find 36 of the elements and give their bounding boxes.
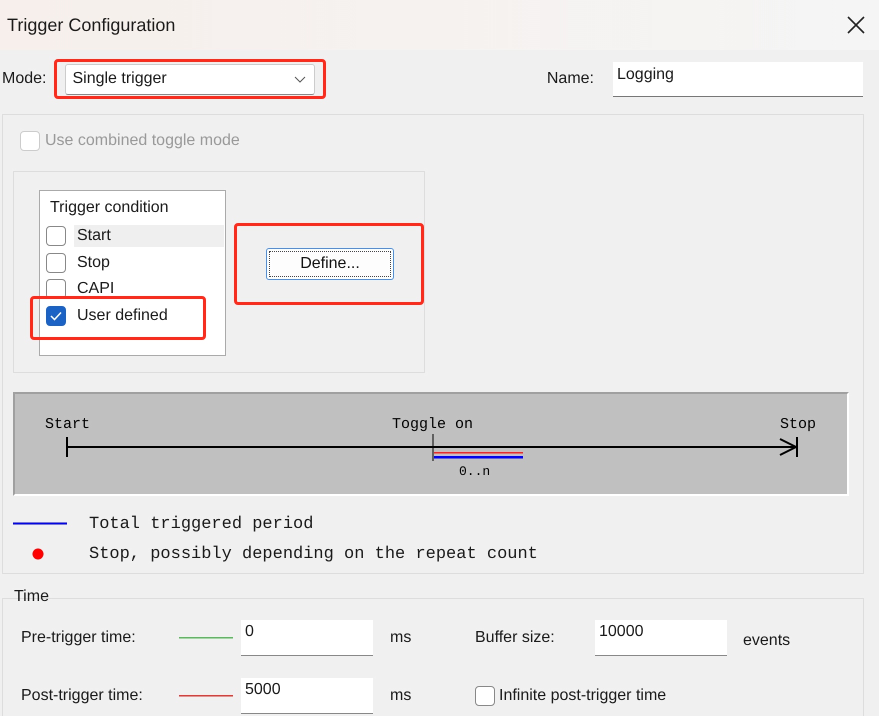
diagram-label: Stop <box>780 416 816 433</box>
legend-text: Total triggered period <box>89 514 314 534</box>
caret-icon <box>294 76 306 82</box>
field-label: Mode: <box>2 70 46 88</box>
legend-text: Stop, possibly depending on the repeat count <box>89 544 538 564</box>
window-title: Trigger Configuration <box>7 14 176 36</box>
diagram-label: Start <box>45 416 90 433</box>
close-icon[interactable] <box>847 16 865 34</box>
checkbox[interactable] <box>46 252 66 273</box>
unit-label: events <box>743 630 792 650</box>
toggle-tick <box>432 434 434 462</box>
input-field[interactable]: 10000 <box>595 620 727 656</box>
condition-item[interactable]: Start <box>74 225 224 248</box>
check-icon <box>50 310 62 321</box>
checkbox[interactable] <box>475 686 495 706</box>
checkbox[interactable] <box>46 226 66 246</box>
list-header: Trigger condition <box>49 198 170 218</box>
input-field[interactable]: Logging <box>613 62 863 96</box>
input-field[interactable]: 5000 <box>241 678 373 714</box>
condition-item[interactable]: Stop <box>74 252 224 274</box>
diagram-label: 0..n <box>459 464 490 479</box>
mode-dropdown[interactable]: Single trigger <box>65 64 316 94</box>
unit-label: ms <box>390 687 412 706</box>
field-label: Buffer size: <box>475 628 556 647</box>
diagram-label: Toggle on <box>392 416 474 433</box>
field-label: Name: <box>546 70 594 88</box>
define-button[interactable]: Define... <box>266 248 394 280</box>
checkbox[interactable] <box>46 306 66 326</box>
checkbox-label[interactable]: Infinite post-trigger time <box>499 687 666 706</box>
group-title: Time <box>13 588 50 606</box>
input-field[interactable]: 0 <box>241 620 373 656</box>
condition-item[interactable]: User defined <box>74 304 224 327</box>
field-label: Pre-trigger time: <box>21 628 137 647</box>
condition-item[interactable]: CAPI <box>74 278 224 300</box>
unit-label: ms <box>390 628 412 647</box>
field-label: Post-trigger time: <box>21 687 144 706</box>
